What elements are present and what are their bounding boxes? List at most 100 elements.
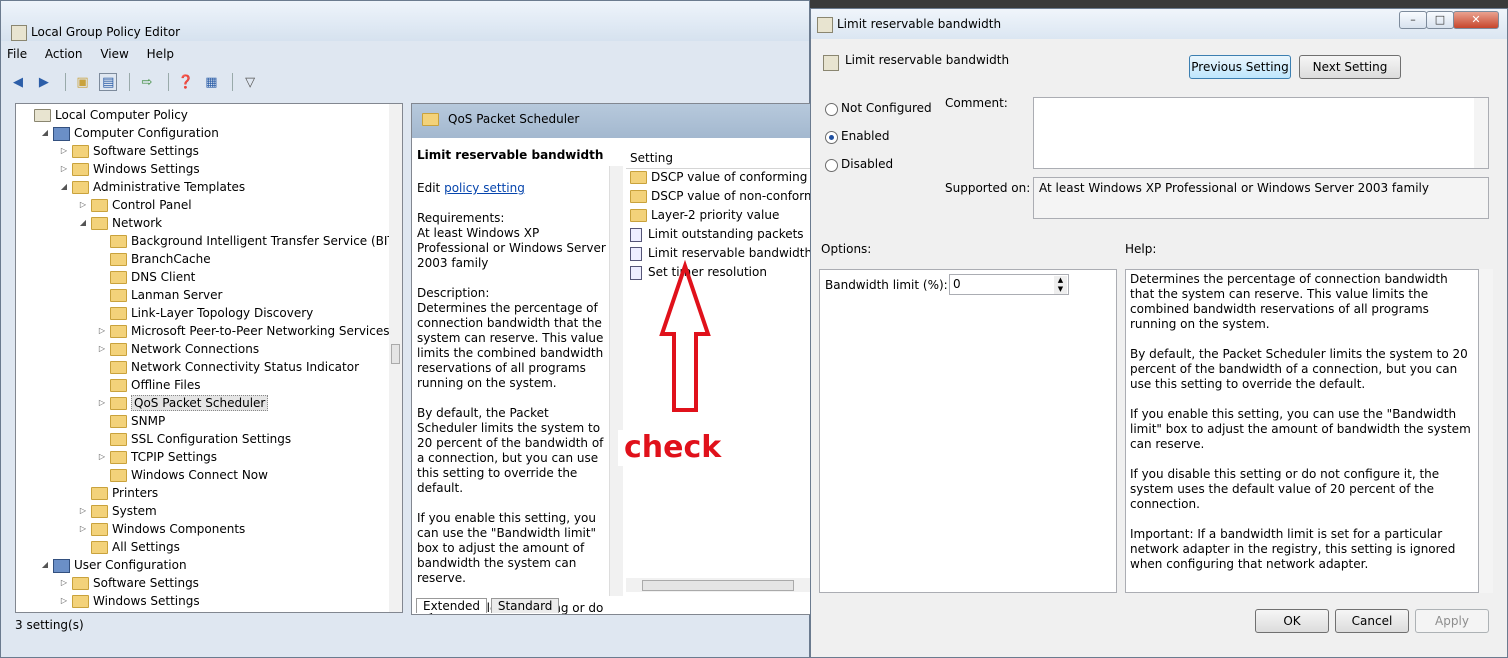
tree-node-label[interactable]: Link-Layer Topology Discovery xyxy=(131,306,313,320)
comment-scrollbar[interactable] xyxy=(1474,98,1488,168)
tree-node[interactable]: DNS Client xyxy=(96,268,195,286)
tree-node-label[interactable]: Microsoft Peer-to-Peer Networking Servic… xyxy=(131,324,390,338)
tree-node[interactable]: ◢ Administrative Templates xyxy=(58,178,245,196)
tree-node-label[interactable]: Printers xyxy=(112,486,158,500)
tree-node[interactable]: ▷ TCPIP Settings xyxy=(96,448,217,466)
spin-down-icon[interactable]: ▼ xyxy=(1054,285,1067,294)
help-icon[interactable]: ❓ xyxy=(177,74,195,92)
menu-file[interactable]: File xyxy=(7,47,27,61)
tree-node-label[interactable]: Network Connectivity Status Indicator xyxy=(131,360,359,374)
supported-scrollbar[interactable] xyxy=(1474,178,1488,218)
tree-node-label[interactable]: Local Computer Policy xyxy=(55,108,188,122)
tree-node[interactable]: Lanman Server xyxy=(96,286,222,304)
menu-action[interactable]: Action xyxy=(45,47,83,61)
tree-node[interactable]: SSL Configuration Settings xyxy=(96,430,291,448)
forward-arrow-icon[interactable]: ▶ xyxy=(35,74,53,92)
tree-node[interactable]: Printers xyxy=(77,484,158,502)
export-list-icon[interactable]: ⇨ xyxy=(138,74,156,92)
dialog-title-bar[interactable]: Limit reservable bandwidth – □ ✕ xyxy=(811,9,1507,39)
tree-node[interactable]: All Settings xyxy=(77,538,180,556)
setting-list-item[interactable]: Layer-2 priority value xyxy=(628,206,779,224)
tree-node[interactable]: ▷ Windows Components xyxy=(77,520,245,538)
bandwidth-limit-value[interactable]: 0 xyxy=(953,277,961,291)
collapsed-triangle-icon[interactable]: ▷ xyxy=(96,394,108,412)
expanded-triangle-icon[interactable]: ◢ xyxy=(77,214,89,232)
ok-button[interactable]: OK xyxy=(1255,609,1329,633)
expanded-triangle-icon[interactable]: ◢ xyxy=(39,124,51,142)
tree-node[interactable]: ▷ Windows Settings xyxy=(58,592,200,610)
show-hide-tree-icon[interactable]: ▤ xyxy=(99,73,118,91)
tree-node[interactable]: ▷ Windows Settings xyxy=(58,160,200,178)
collapsed-triangle-icon[interactable]: ▷ xyxy=(58,592,70,610)
comment-textarea[interactable] xyxy=(1033,97,1489,169)
radio-disabled-label[interactable]: Disabled xyxy=(841,157,893,171)
tree-node-label[interactable]: Background Intelligent Transfer Service … xyxy=(131,234,402,248)
collapsed-triangle-icon[interactable]: ▷ xyxy=(77,502,89,520)
tree-node-label[interactable]: Control Panel xyxy=(112,198,192,212)
tree-node[interactable]: ◢ User Configuration xyxy=(39,556,187,574)
collapsed-triangle-icon[interactable]: ▷ xyxy=(58,142,70,160)
edit-policy-setting-link[interactable]: policy setting xyxy=(444,181,525,195)
bandwidth-limit-spinbox[interactable]: 0 ▲ ▼ xyxy=(949,274,1069,295)
expanded-triangle-icon[interactable]: ◢ xyxy=(39,556,51,574)
tab-extended[interactable]: Extended xyxy=(416,598,487,613)
tree-node-label[interactable]: BranchCache xyxy=(131,252,211,266)
tree-node-label[interactable]: Lanman Server xyxy=(131,288,222,302)
setting-item-label[interactable]: Limit reservable bandwidth xyxy=(648,246,810,260)
tree-node-label[interactable]: TCPIP Settings xyxy=(131,450,217,464)
minimize-icon[interactable]: – xyxy=(1399,11,1427,29)
tree-node[interactable]: ◢ Network xyxy=(77,214,162,232)
tree-node-label[interactable]: Windows Connect Now xyxy=(131,468,268,482)
up-folder-icon[interactable]: ▣ xyxy=(73,74,91,92)
tree-node-label[interactable]: Software Settings xyxy=(93,576,199,590)
setting-item-label[interactable]: DSCP value of non-conforming xyxy=(651,189,810,203)
tree-node[interactable]: Background Intelligent Transfer Service … xyxy=(96,232,402,250)
policy-tree[interactable]: Local Computer Policy ◢ Computer Configura… xyxy=(15,103,403,613)
back-arrow-icon[interactable]: ◀ xyxy=(9,74,27,92)
tree-node-label[interactable]: User Configuration xyxy=(74,558,187,572)
tree-node[interactable]: ▷ QoS Packet Scheduler xyxy=(96,394,269,412)
spin-up-icon[interactable]: ▲ xyxy=(1054,276,1067,285)
tree-node[interactable]: Link-Layer Topology Discovery xyxy=(96,304,313,322)
tree-node-label[interactable]: SNMP xyxy=(131,414,165,428)
maximize-icon[interactable]: □ xyxy=(1426,11,1454,29)
menu-help[interactable]: Help xyxy=(147,47,174,61)
tree-node-label[interactable]: DNS Client xyxy=(131,270,195,284)
collapsed-triangle-icon[interactable]: ▷ xyxy=(58,574,70,592)
collapsed-triangle-icon[interactable]: ▷ xyxy=(77,520,89,538)
tree-node[interactable]: ◢ Computer Configuration xyxy=(39,124,219,142)
tree-node[interactable]: ▷ Microsoft Peer-to-Peer Networking Servi… xyxy=(96,322,390,340)
tree-vertical-scrollbar[interactable] xyxy=(389,104,402,612)
tree-node[interactable]: ▷ Software Settings xyxy=(58,142,199,160)
tree-node[interactable]: Offline Files xyxy=(96,376,201,394)
tree-node[interactable]: ▷ Software Settings xyxy=(58,574,199,592)
radio-enabled[interactable] xyxy=(825,131,838,144)
tree-node-label[interactable]: Windows Settings xyxy=(93,594,200,608)
tree-node-label[interactable]: Computer Configuration xyxy=(74,126,219,140)
tree-node[interactable]: Network Connectivity Status Indicator xyxy=(96,358,359,376)
radio-disabled[interactable] xyxy=(825,159,838,172)
setting-item-label[interactable]: Limit outstanding packets xyxy=(648,227,804,241)
setting-list-item[interactable]: DSCP value of conforming pack xyxy=(628,168,810,186)
collapsed-triangle-icon[interactable]: ▷ xyxy=(58,160,70,178)
tree-node-label[interactable]: Windows Settings xyxy=(93,162,200,176)
radio-enabled-label[interactable]: Enabled xyxy=(841,129,890,143)
filter-icon[interactable]: ▽ xyxy=(241,74,259,92)
tree-node[interactable]: Local Computer Policy xyxy=(20,106,188,124)
tree-node[interactable]: ▷ Control Panel xyxy=(77,196,192,214)
tab-standard[interactable]: Standard xyxy=(490,598,560,613)
previous-setting-button[interactable]: Previous Setting xyxy=(1189,55,1291,79)
collapsed-triangle-icon[interactable]: ▷ xyxy=(77,196,89,214)
tree-node-label[interactable]: All Settings xyxy=(112,540,180,554)
tree-node-label[interactable]: Network xyxy=(112,216,162,230)
expanded-triangle-icon[interactable]: ◢ xyxy=(58,178,70,196)
tree-node-label[interactable]: Offline Files xyxy=(131,378,201,392)
setting-item-label[interactable]: Layer-2 priority value xyxy=(651,208,779,222)
tree-node-label[interactable]: QoS Packet Scheduler xyxy=(131,395,269,411)
cancel-button[interactable]: Cancel xyxy=(1335,609,1409,633)
tree-node[interactable]: ▷ Network Connections xyxy=(96,340,259,358)
tree-node-label[interactable]: Software Settings xyxy=(93,144,199,158)
tree-node-label[interactable]: Windows Components xyxy=(112,522,245,536)
tree-node-label[interactable]: Network Connections xyxy=(131,342,259,356)
collapsed-triangle-icon[interactable]: ▷ xyxy=(96,340,108,358)
